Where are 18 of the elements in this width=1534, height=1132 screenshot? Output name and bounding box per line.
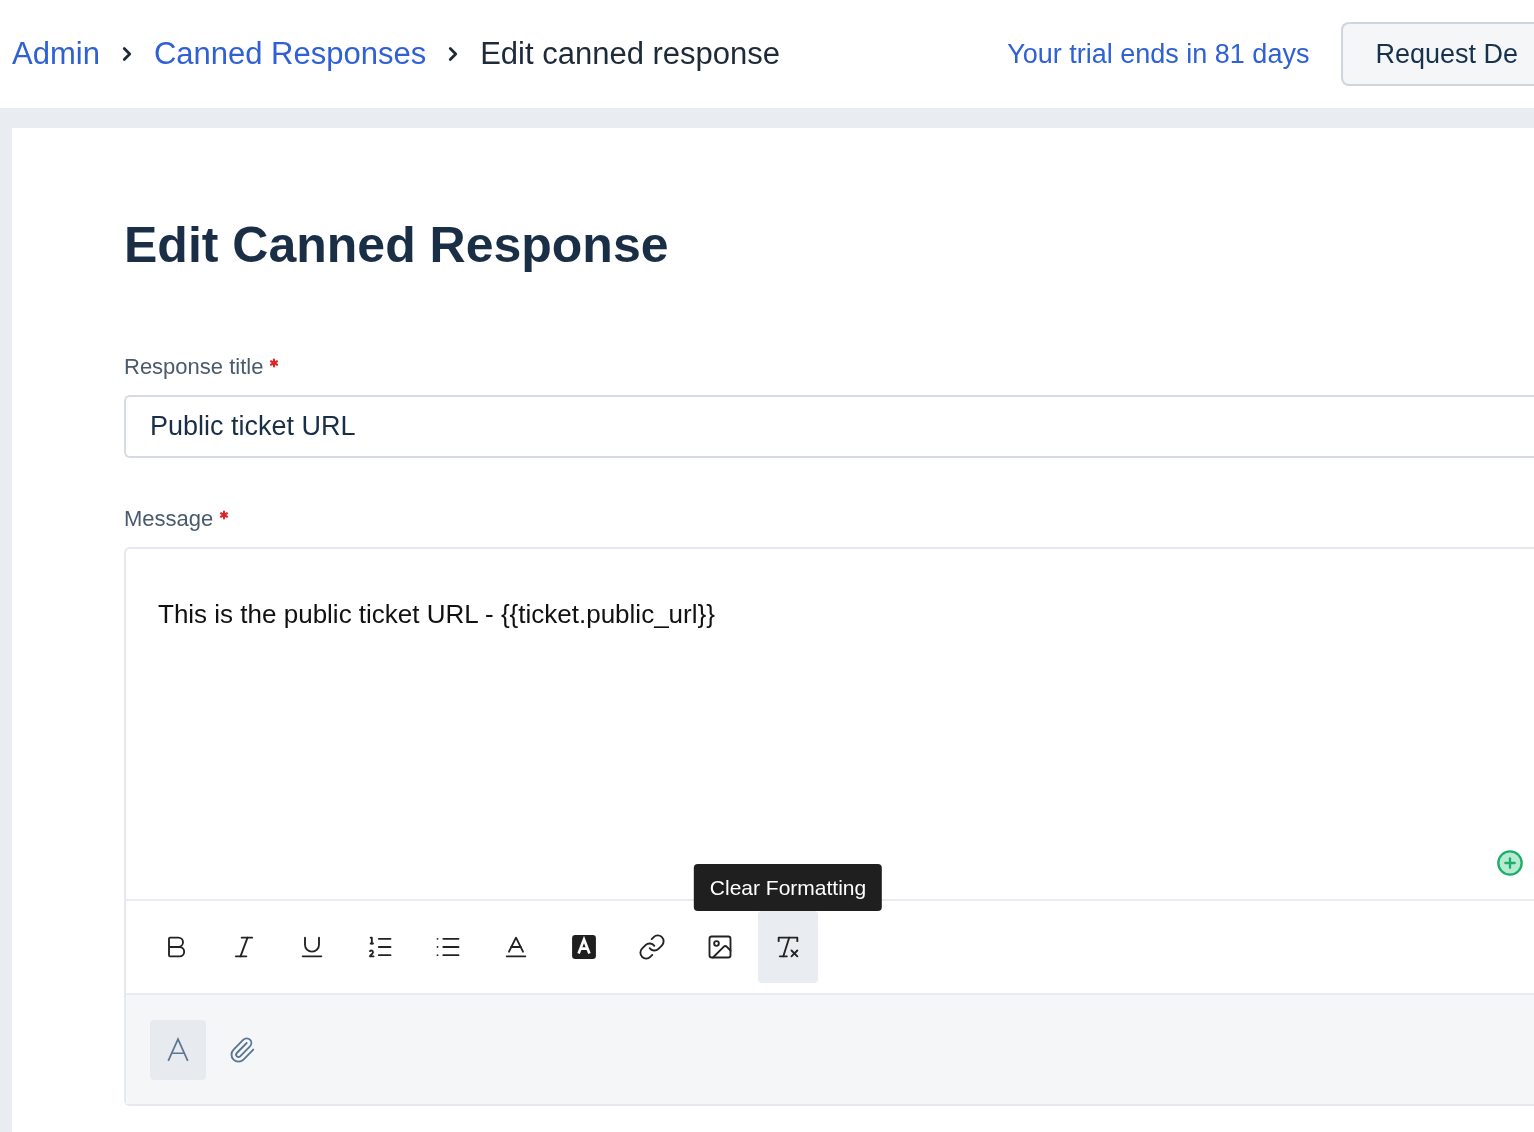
page-heading: Edit Canned Response [124,220,670,270]
text-format-icon [165,1036,191,1063]
trial-link[interactable]: Your trial ends in 81 days [1007,33,1310,75]
field-label: Message [124,505,214,533]
title-input[interactable]: Public ticket URL [124,395,1534,458]
link-icon [638,933,666,961]
breadcrumb-link[interactable]: Canned Responses [153,30,427,78]
breadcrumb-link[interactable]: Admin [12,30,100,78]
request-button[interactable]: Request De [1341,22,1534,86]
breadcrumb-current: Edit canned response [480,34,781,73]
add-circle-icon[interactable] [1496,849,1524,877]
highlight-icon [571,934,597,960]
field-label: Response title [124,353,264,381]
message-text[interactable]: This is the public ticket URL - {{ticket.public_url}} [158,595,1534,634]
editor-mode-button[interactable] [150,1019,206,1080]
paperclip-icon [228,1035,256,1064]
image-icon [706,933,734,961]
tooltip: Clear Formatting [693,863,883,911]
